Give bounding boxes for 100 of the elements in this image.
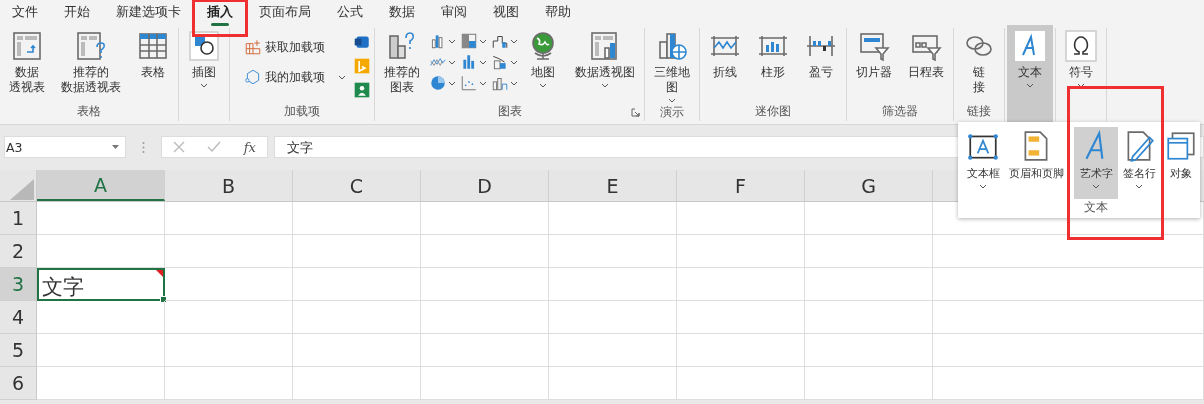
column-header[interactable]: A [37,170,165,201]
table-cell[interactable] [805,334,933,367]
dropdown-button[interactable]: 艺术字 [1074,127,1118,199]
ribbon-button[interactable]: 三维地 图 [647,28,697,105]
table-cell[interactable] [805,235,933,268]
table-cell[interactable] [421,301,549,334]
ribbon-tab[interactable]: 数据 [379,0,425,25]
table-cell[interactable] [677,301,805,334]
column-header[interactable]: G [805,170,933,201]
table-cell[interactable] [37,235,165,268]
insert-function-button[interactable]: fx [243,139,256,155]
check-icon[interactable] [207,141,222,153]
table-cell[interactable] [805,301,933,334]
table-cell[interactable] [933,367,1204,400]
table-cell[interactable] [549,235,677,268]
ribbon-button[interactable]: 推荐的 图表 [377,28,427,97]
table-cell[interactable] [37,202,165,235]
ribbon-button[interactable]: 数据 透视表 [2,28,52,97]
chart-type-button[interactable] [460,53,487,71]
table-cell[interactable] [293,367,421,400]
table-cell[interactable] [805,268,933,301]
ribbon-button[interactable]: 推荐的 数据透视表 [54,28,128,97]
table-cell[interactable] [677,367,805,400]
table-cell[interactable] [549,367,677,400]
ribbon-button[interactable]: 文本 [1007,25,1053,124]
table-cell[interactable] [933,334,1204,367]
cancel-icon[interactable] [173,141,186,153]
table-cell[interactable] [805,202,933,235]
table-cell[interactable] [677,334,805,367]
name-box[interactable]: A3 [4,136,126,158]
table-cell[interactable] [165,268,293,301]
table-cell[interactable] [293,202,421,235]
row-header[interactable]: 1 [0,202,37,235]
ribbon-button[interactable]: 折线 [702,28,748,82]
column-header[interactable]: D [421,170,549,201]
ribbon-button[interactable]: 我的加载项 [240,66,350,88]
chart-type-button[interactable] [491,53,518,71]
chart-type-button[interactable] [429,74,456,92]
table-cell[interactable] [165,235,293,268]
column-header[interactable]: C [293,170,421,201]
ribbon-tab[interactable]: 帮助 [535,0,581,25]
ribbon-button[interactable]: 插图 [181,28,227,90]
table-cell[interactable] [933,235,1204,268]
table-cell[interactable] [933,268,1204,301]
table-cell[interactable] [165,334,293,367]
table-cell[interactable] [37,301,165,334]
row-header[interactable]: 5 [0,334,37,367]
ribbon-button[interactable]: 符号 [1058,28,1104,90]
column-header[interactable]: F [677,170,805,201]
column-header[interactable]: B [165,170,293,201]
ribbon-tab[interactable]: 视图 [483,0,529,25]
table-cell[interactable] [37,367,165,400]
ribbon-button[interactable]: 盈亏 [798,28,844,82]
ribbon-tab[interactable]: 文件 [2,0,48,25]
table-cell[interactable] [677,268,805,301]
table-cell[interactable] [165,367,293,400]
ribbon-tab[interactable]: 插入 [197,0,243,25]
ribbon-button[interactable]: 日程表 [901,28,951,82]
table-cell[interactable] [421,268,549,301]
table-cell[interactable] [549,334,677,367]
ribbon-tab[interactable]: 新建选项卡 [106,0,191,25]
chart-type-button[interactable] [460,74,487,92]
ribbon-button[interactable]: 获取加载项 [240,36,350,58]
table-cell[interactable] [165,301,293,334]
ribbon-tab[interactable]: 页面布局 [249,0,321,25]
ribbon-button[interactable]: 地图 [520,28,566,90]
table-cell[interactable] [421,334,549,367]
ribbon-button[interactable]: 柱形 [750,28,796,82]
table-cell[interactable] [421,235,549,268]
ribbon-tab[interactable]: 开始 [54,0,100,25]
row-header[interactable]: 2 [0,235,37,268]
ribbon-tab[interactable]: 公式 [327,0,373,25]
table-cell[interactable] [805,367,933,400]
row-header[interactable]: 6 [0,367,37,400]
ribbon-button[interactable]: 链 接 [956,28,1002,97]
row-header[interactable]: 3 [0,268,37,301]
table-cell[interactable] [549,202,677,235]
table-cell[interactable] [37,334,165,367]
dialog-launcher-icon[interactable] [631,108,640,117]
table-cell[interactable] [933,301,1204,334]
table-cell[interactable]: 文字 [37,268,165,301]
ribbon-button[interactable]: 表格 [130,28,176,82]
table-cell[interactable] [293,235,421,268]
ribbon-tab[interactable]: 审阅 [431,0,477,25]
row-header[interactable]: 4 [0,301,37,334]
column-header[interactable]: E [549,170,677,201]
table-cell[interactable] [293,334,421,367]
table-cell[interactable] [549,301,677,334]
table-cell[interactable] [293,268,421,301]
table-cell[interactable] [165,202,293,235]
chart-type-button[interactable] [460,32,487,50]
table-cell[interactable] [293,301,421,334]
table-cell[interactable] [421,202,549,235]
ribbon-button[interactable]: 切片器 [849,28,899,82]
chart-type-button[interactable] [429,32,456,50]
table-cell[interactable] [677,202,805,235]
table-cell[interactable] [421,367,549,400]
table-cell[interactable] [677,235,805,268]
table-cell[interactable] [549,268,677,301]
app-button[interactable] [352,80,372,100]
